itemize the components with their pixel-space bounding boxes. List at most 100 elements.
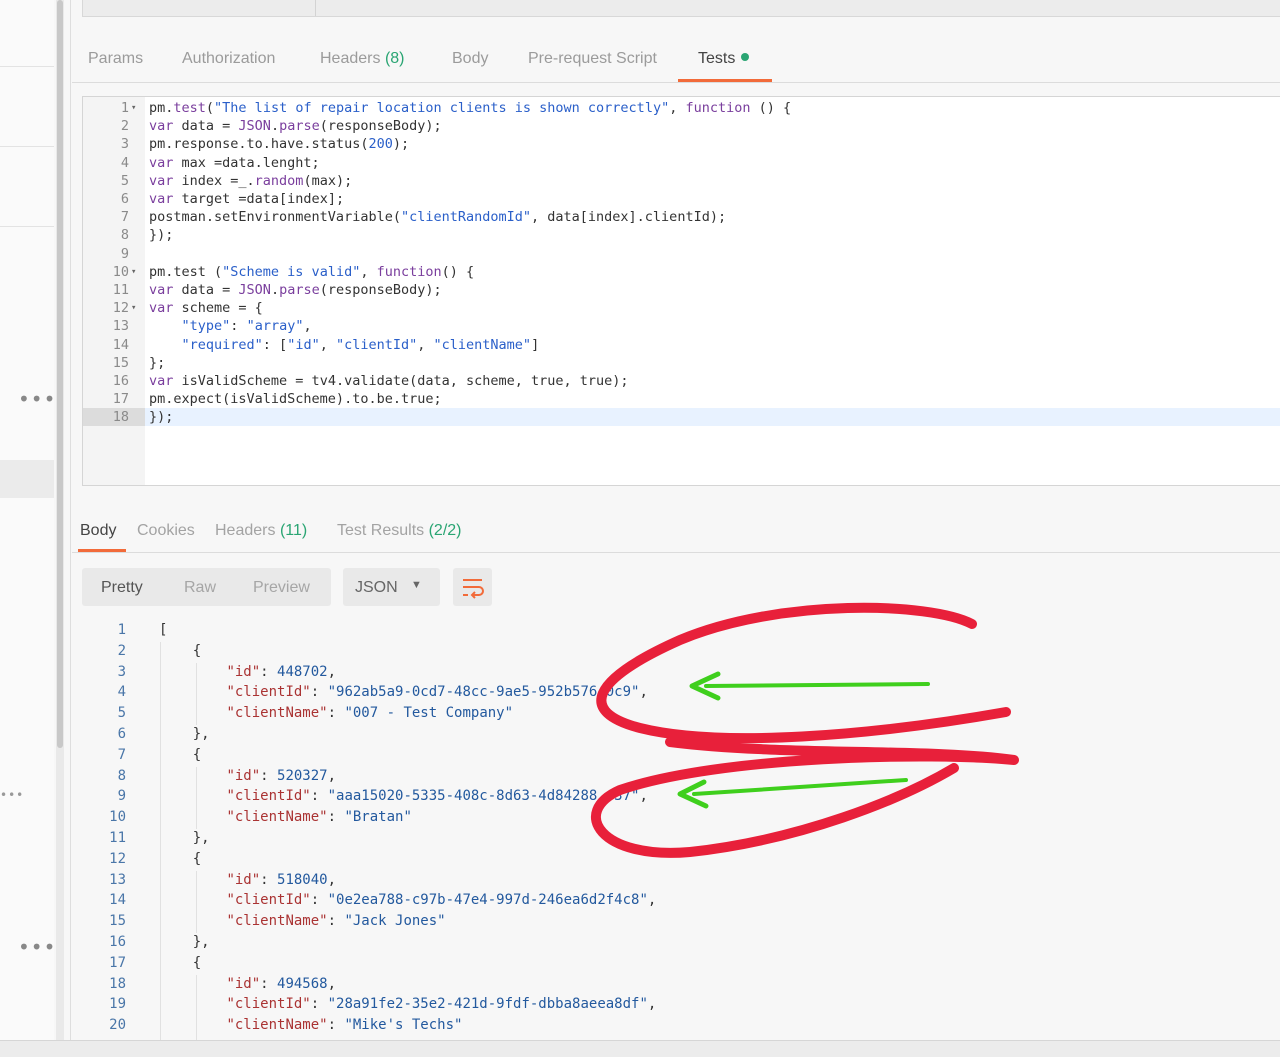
line-number: 18 — [109, 975, 126, 992]
tab-tests-label: Tests — [698, 50, 736, 67]
pane-divider[interactable] — [70, 0, 71, 1040]
line-number: 19 — [109, 996, 126, 1013]
indent-guide — [196, 663, 197, 725]
json-text: }, — [159, 830, 210, 846]
response-tab-body[interactable]: Body — [80, 522, 116, 540]
line-number: 9 — [117, 788, 126, 805]
response-tab-headers-count: (11) — [279, 522, 308, 539]
line-number: 6 — [120, 191, 129, 207]
line-number: 18 — [112, 409, 129, 426]
fold-toggle-icon[interactable]: ▾ — [131, 99, 136, 117]
request-url-bar[interactable] — [82, 0, 1280, 17]
json-line: 4 "clientId": "962ab5a9-0cd7-48cc-9ae5-9… — [82, 682, 1280, 703]
json-text: "clientId": "0e2ea788-c97b-47e4-997d-246… — [226, 892, 657, 909]
line-number: 17 — [109, 954, 126, 971]
format-dropdown[interactable]: JSON ▼ — [343, 568, 440, 606]
code-text: "type": "array", — [181, 318, 312, 335]
tests-code-editor[interactable]: 1 ▾ pm.test("The list of repair location c… — [82, 96, 1280, 486]
json-text: "clientId": "aaa15020-5335-408c-8d63-4d8… — [226, 788, 648, 805]
tab-body[interactable]: Body — [452, 50, 488, 68]
json-text: "id": 494568, — [226, 975, 337, 992]
json-text: [ — [159, 622, 168, 638]
sidebar-item-selected[interactable] — [0, 460, 54, 498]
line-number: 4 — [120, 154, 129, 171]
response-tab-test-results[interactable]: Test Results (2/2) — [337, 522, 462, 540]
code-line[interactable]: 10 ▾ pm.test ("Scheme is valid", function(… — [83, 263, 1280, 281]
tab-prerequest-script[interactable]: Pre-request Script — [528, 50, 657, 68]
line-number: 6 — [117, 726, 126, 742]
tab-headers-label: Headers — [320, 50, 381, 67]
line-number: 2 — [120, 118, 129, 135]
ellipsis-icon[interactable]: ••• — [18, 389, 56, 409]
json-text: { — [159, 850, 202, 867]
code-line[interactable]: 2 var data = JSON.parse(responseBody); — [83, 117, 1280, 135]
json-text: "id": 520327, — [226, 767, 337, 784]
code-line[interactable]: 3 pm.response.to.have.status(200); — [83, 135, 1280, 153]
sidebar-divider — [0, 146, 54, 147]
code-line[interactable]: 9 — [83, 245, 1280, 263]
line-number: 5 — [117, 705, 126, 722]
wrap-lines-button[interactable] — [453, 568, 492, 606]
line-number: 14 — [109, 892, 126, 909]
json-line: 17 { — [82, 953, 1280, 974]
response-tab-headers-label: Headers — [215, 522, 276, 539]
code-line[interactable]: 5 var index =_.random(max); — [83, 172, 1280, 190]
ellipsis-icon[interactable]: ••• — [18, 937, 56, 957]
fold-toggle-icon[interactable]: ▾ — [131, 263, 136, 281]
line-number: 13 — [112, 318, 129, 335]
json-line: 6 }, — [82, 724, 1280, 745]
url-bar-separator — [315, 0, 316, 16]
response-tab-cookies[interactable]: Cookies — [137, 522, 195, 540]
tab-authorization[interactable]: Authorization — [182, 50, 275, 68]
code-text: var data = JSON.parse(responseBody); — [149, 118, 442, 135]
json-line: 19 "clientId": "28a91fe2-35e2-421d-9fdf-… — [82, 994, 1280, 1015]
raw-button[interactable]: Raw — [184, 579, 216, 597]
line-number: 4 — [117, 684, 126, 701]
json-text: "clientName": "Mike's Techs" — [226, 1017, 463, 1034]
code-line[interactable]: 1 ▾ pm.test("The list of repair location c… — [83, 99, 1280, 117]
json-text: { — [159, 642, 202, 659]
code-line[interactable]: 14 "required": ["id", "clientId", "clien… — [83, 336, 1280, 354]
line-number: 3 — [120, 136, 129, 153]
sidebar-divider — [0, 66, 54, 67]
response-tab-headers[interactable]: Headers (11) — [215, 522, 307, 540]
code-text: pm.response.to.have.status(200); — [149, 136, 410, 153]
code-text: postman.setEnvironmentVariable("clientRa… — [149, 209, 727, 226]
code-line[interactable]: 6 var target =data[index]; — [83, 190, 1280, 208]
chevron-down-icon: ▼ — [411, 579, 422, 591]
sidebar-scrollbar-thumb[interactable] — [57, 0, 63, 748]
line-number: 1 — [117, 622, 126, 638]
line-number: 20 — [109, 1017, 126, 1034]
line-number: 12 — [112, 300, 129, 317]
json-line: 7 { — [82, 745, 1280, 766]
code-line[interactable]: 15}; — [83, 354, 1280, 372]
json-line: 10 "clientName": "Bratan" — [82, 807, 1280, 828]
tests-indicator-dot — [741, 53, 750, 61]
code-line[interactable]: 7 postman.setEnvironmentVariable("clientR… — [83, 208, 1280, 226]
code-line[interactable]: 4 var max =data.lenght; — [83, 154, 1280, 172]
code-line[interactable]: 18}); — [83, 408, 1280, 426]
line-number: 15 — [112, 354, 129, 371]
code-line[interactable]: 17 pm.expect(isValidScheme).to.be.true; — [83, 390, 1280, 408]
code-text: var max =data.lenght; — [149, 154, 320, 171]
code-line[interactable]: 16 var isValidScheme = tv4.validate(data,… — [83, 372, 1280, 390]
code-text: pm.test ("Scheme is valid", function() { — [149, 263, 475, 280]
format-dropdown-value: JSON — [355, 579, 398, 596]
line-number: 17 — [112, 391, 129, 408]
fold-toggle-icon[interactable]: ▾ — [131, 299, 136, 317]
tab-params[interactable]: Params — [88, 50, 143, 68]
line-number: 7 — [120, 209, 129, 226]
json-line: 13 "id": 518040, — [82, 870, 1280, 891]
code-line[interactable]: 11 var data = JSON.parse(responseBody); — [83, 281, 1280, 299]
code-line[interactable]: 13 "type": "array", — [83, 317, 1280, 335]
line-number: 8 — [120, 227, 129, 244]
code-line[interactable]: 12 ▾ var scheme = { — [83, 299, 1280, 317]
code-text: }); — [149, 227, 174, 244]
tab-headers[interactable]: Headers (8) — [320, 50, 405, 68]
preview-button[interactable]: Preview — [253, 579, 310, 597]
pretty-button[interactable]: Pretty — [101, 579, 143, 597]
code-line[interactable]: 8}); — [83, 226, 1280, 244]
code-text: var isValidScheme = tv4.validate(data, s… — [149, 373, 629, 389]
json-text: "clientName": "Jack Jones" — [226, 913, 446, 930]
tab-tests[interactable]: Tests — [698, 50, 750, 68]
